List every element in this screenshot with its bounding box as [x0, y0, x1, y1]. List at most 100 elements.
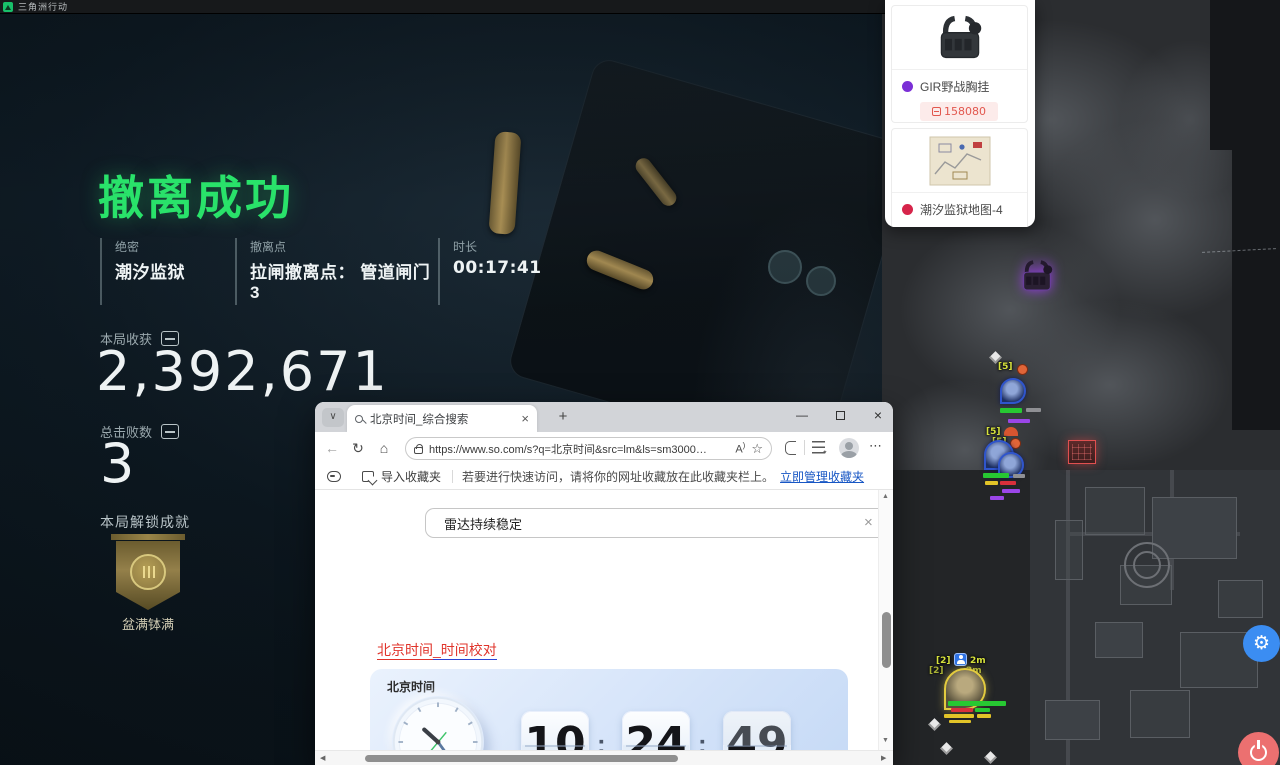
horizontal-scrollbar[interactable]: ◀ ▶: [315, 750, 893, 765]
tab-preview-icon[interactable]: [327, 471, 341, 482]
chevron-down-icon: ∨: [329, 411, 336, 422]
search-input[interactable]: [425, 508, 893, 538]
map-building: [1055, 520, 1083, 580]
scene-bullet: [632, 155, 679, 209]
home-icon[interactable]: ⌂: [371, 440, 397, 456]
item-name: GIR野战胸挂: [920, 78, 989, 95]
browser-tab-strip: ∨ 北京时间_综合搜索 × + — ×: [315, 402, 893, 432]
import-favorites-icon[interactable]: [362, 471, 374, 482]
browser-tab[interactable]: 北京时间_综合搜索 ×: [347, 405, 537, 432]
settings-menu-icon[interactable]: ⋯: [869, 438, 883, 454]
loot-bar: [949, 720, 971, 723]
new-tab-button[interactable]: +: [552, 407, 574, 427]
bookmarks-hint: 若要进行快速访问，请将你的网址收藏放在此收藏夹栏上。: [462, 468, 774, 485]
badge-ribbon: [111, 534, 185, 540]
map-building: [1085, 487, 1145, 535]
settings-fab-button[interactable]: ⚙: [1243, 625, 1280, 662]
highlighted-crate-marker: [1068, 440, 1096, 464]
info-group-duration: 时长 00:17:41: [438, 238, 542, 305]
minimize-button[interactable]: —: [785, 402, 819, 431]
vertical-scrollbar[interactable]: ▲ ▼: [878, 490, 893, 750]
read-aloud-icon[interactable]: A: [735, 441, 745, 456]
refresh-icon[interactable]: ↻: [345, 440, 371, 457]
map-building: [1045, 700, 1100, 740]
power-icon: [1250, 744, 1267, 761]
address-bar[interactable]: https://www.so.com/s?q=北京时间&src=lm&ls=sm…: [405, 437, 772, 460]
enemy-down-marker: [1017, 364, 1028, 375]
info-group-clearance: 绝密 潮汐监狱: [100, 238, 235, 305]
map-water: [1210, 0, 1280, 150]
result-link-beijing-time[interactable]: 北京时间: [377, 642, 433, 660]
game-logo-icon: [3, 2, 13, 12]
page-content: × 北京时间_时间校对 北京时间: [315, 490, 893, 765]
match-info-row: 绝密 潮汐监狱 撤离点 拉闸撤离点： 管道闸门3 时长 00:17:41: [100, 238, 542, 305]
loot-bar: [1008, 419, 1030, 423]
map-building: [1130, 690, 1190, 738]
scroll-left-icon[interactable]: ◀: [320, 754, 325, 762]
bookmarks-divider: [452, 470, 453, 483]
scene-bullet: [584, 248, 656, 293]
loot-bar: [951, 708, 973, 712]
bookmarks-bar: 导入收藏夹 若要进行快速访问，请将你的网址收藏放在此收藏夹栏上。 立即管理收藏夹: [315, 464, 893, 490]
tab-close-icon[interactable]: ×: [521, 411, 529, 426]
browser-window: ∨ 北京时间_综合搜索 × + — × ← ↻ ⌂ https://www.so…: [315, 402, 893, 765]
scene-bullet: [488, 131, 521, 235]
distance-tag: 2m: [970, 656, 986, 666]
result-link-time-check[interactable]: _时间校对: [433, 642, 497, 660]
info-group-extraction-point: 撤离点 拉闸撤离点： 管道闸门3: [235, 238, 438, 305]
helipad-marker: [1124, 542, 1170, 588]
back-icon[interactable]: ←: [319, 440, 345, 456]
toolbar-divider: [804, 440, 805, 455]
import-favorites-label[interactable]: 导入收藏夹: [381, 468, 441, 485]
stat-value-loot: 2,392,671: [96, 345, 389, 399]
scroll-right-icon[interactable]: ▶: [881, 754, 886, 762]
loot-bar: [1002, 489, 1020, 493]
item-card[interactable]: 潮汐监狱地图-4: [891, 128, 1028, 227]
scroll-up-icon[interactable]: ▲: [882, 493, 889, 500]
item-price-pill: 158080: [920, 102, 998, 121]
map-building: [1218, 580, 1263, 618]
achievement-badge: [116, 534, 180, 610]
profile-avatar[interactable]: [839, 438, 859, 458]
search-icon: [355, 415, 363, 423]
item-price: 158080: [944, 105, 986, 118]
browser-essentials-icon[interactable]: [785, 441, 796, 455]
screen: [5] [5] [5] [2] 2m [2] 2m: [0, 0, 1280, 765]
favorite-star-icon[interactable]: ☆: [751, 441, 763, 457]
map-building: [1095, 622, 1143, 658]
horizontal-scroll-thumb[interactable]: [365, 755, 678, 762]
loot-bar: [990, 496, 1004, 500]
teammate-icon: [954, 653, 967, 666]
badge-core: [140, 566, 156, 578]
scroll-down-icon[interactable]: ▼: [882, 737, 889, 744]
clear-search-icon[interactable]: ×: [864, 514, 873, 531]
night-vision-lens: [768, 250, 802, 284]
item-image-map: [892, 129, 1027, 193]
loot-bar: [983, 473, 1009, 478]
night-vision-lens: [806, 266, 836, 296]
manage-favorites-link[interactable]: 立即管理收藏夹: [780, 468, 864, 485]
coin-icon: [932, 107, 941, 116]
game-window-titlebar: 三角洲行动: [0, 0, 885, 14]
rarity-dot-purple: [902, 81, 913, 92]
favorites-bar-icon[interactable]: [812, 441, 825, 454]
vertical-scroll-thumb[interactable]: [882, 612, 891, 668]
tab-search-dropdown-button[interactable]: ∨: [322, 408, 344, 427]
detail-list-icon[interactable]: [161, 424, 179, 439]
operator-pin-marker: [1000, 378, 1026, 404]
gear-icon: ⚙: [1253, 632, 1270, 655]
loot-bar: [1000, 481, 1016, 485]
achievement-name: 盆满钵满: [112, 614, 184, 633]
search-result-title: 北京时间_时间校对: [377, 640, 497, 660]
maximize-icon: [836, 411, 845, 420]
extraction-result-title: 撤离成功: [98, 162, 294, 228]
item-card[interactable]: GIR野战胸挂 158080: [891, 5, 1028, 123]
squad-tag: [2]: [929, 666, 944, 676]
chest-rig-image: [931, 15, 989, 61]
url-text: https://www.so.com/s?q=北京时间&src=lm&ls=sm…: [429, 441, 729, 457]
loot-bar: [977, 714, 991, 718]
close-window-button[interactable]: ×: [861, 402, 893, 431]
maximize-button[interactable]: [823, 402, 857, 431]
game-window-title: 三角洲行动: [18, 0, 68, 13]
power-fab-button[interactable]: [1238, 732, 1279, 765]
